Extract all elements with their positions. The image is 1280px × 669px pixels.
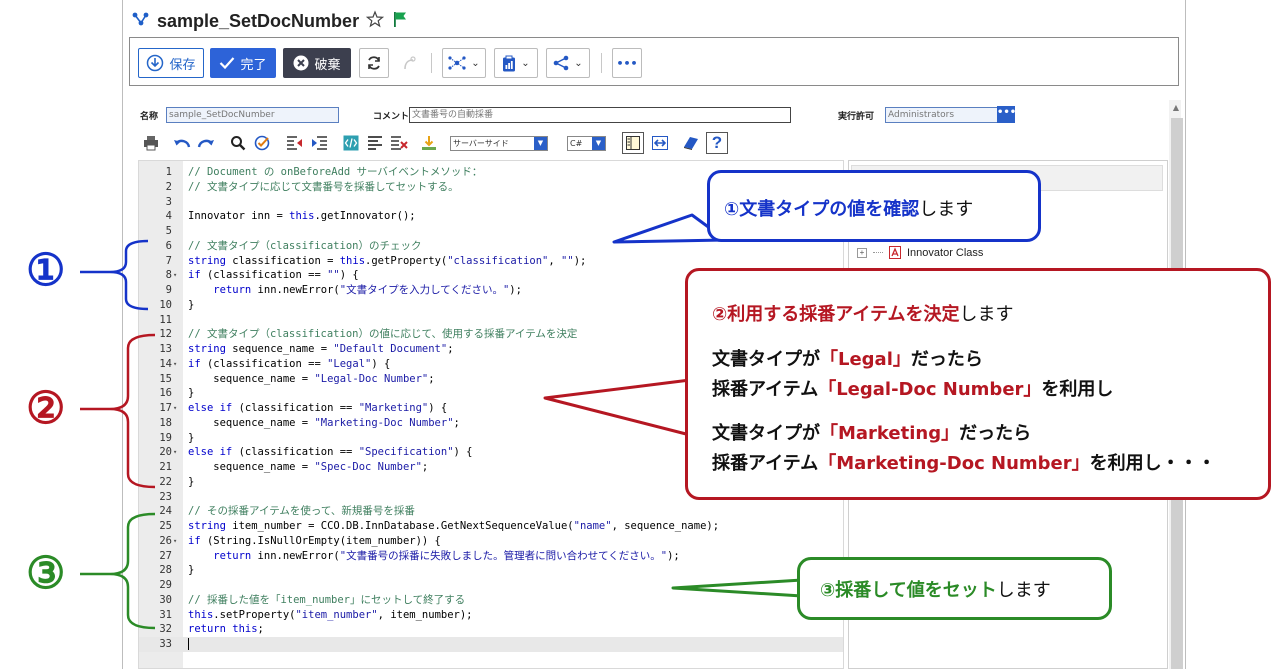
callout2-line1-a: 文書タイプが	[712, 349, 820, 370]
callout2-line1: 文書タイプが「Legal」だったら	[712, 345, 983, 371]
callout2-line2-a: 採番アイテム	[712, 379, 819, 400]
callout-decide-sequence: ②利用する採番アイテムを決定します 文書タイプが「Legal」だったら 採番アイ…	[685, 268, 1271, 500]
callout3-highlight: ③採番して値をセット	[820, 580, 997, 601]
callout2-line4-b: 「Marketing-Doc Number」	[818, 453, 1090, 474]
callout2-line3: 文書タイプが「Marketing」だったら	[712, 419, 1031, 445]
marker-three: ③	[26, 549, 66, 598]
callout2-line2: 採番アイテム「Legal-Doc Number」を利用し	[712, 375, 1113, 401]
callout-check-doctype: ①文書タイプの値を確認します	[707, 170, 1041, 242]
callout2-line4-c: を利用し・・・	[1089, 453, 1216, 474]
callout1-text: ①文書タイプの値を確認します	[724, 195, 973, 221]
callout2-line4: 採番アイテム「Marketing-Doc Number」を利用し・・・	[712, 449, 1216, 475]
callout2-line4-a: 採番アイテム	[712, 453, 819, 474]
marker-one: ①	[26, 246, 66, 295]
callout1-rest: します	[919, 199, 974, 220]
callout2-heading-rest: します	[959, 304, 1014, 325]
callout2-line3-a: 文書タイプが	[712, 423, 820, 444]
marker-two: ②	[26, 384, 66, 433]
callout-set-value: ③採番して値をセットします	[797, 557, 1112, 620]
callout1-highlight: ①文書タイプの値を確認	[724, 199, 920, 220]
callout2-heading-highlight: ②利用する採番アイテムを決定	[712, 304, 960, 325]
callout2-line1-c: だったら	[910, 349, 983, 370]
callout2-line1-b: 「Legal」	[820, 349, 911, 370]
callout3-text: ③採番して値をセットします	[820, 576, 1051, 602]
callout2-heading: ②利用する採番アイテムを決定します	[712, 300, 1013, 326]
callout2-line3-b: 「Marketing」	[820, 423, 960, 444]
callout2-line3-c: だったら	[959, 423, 1032, 444]
callout3-rest: します	[996, 580, 1051, 601]
callout2-line2-b: 「Legal-Doc Number」	[818, 379, 1042, 400]
callout2-line2-c: を利用し	[1041, 379, 1114, 400]
